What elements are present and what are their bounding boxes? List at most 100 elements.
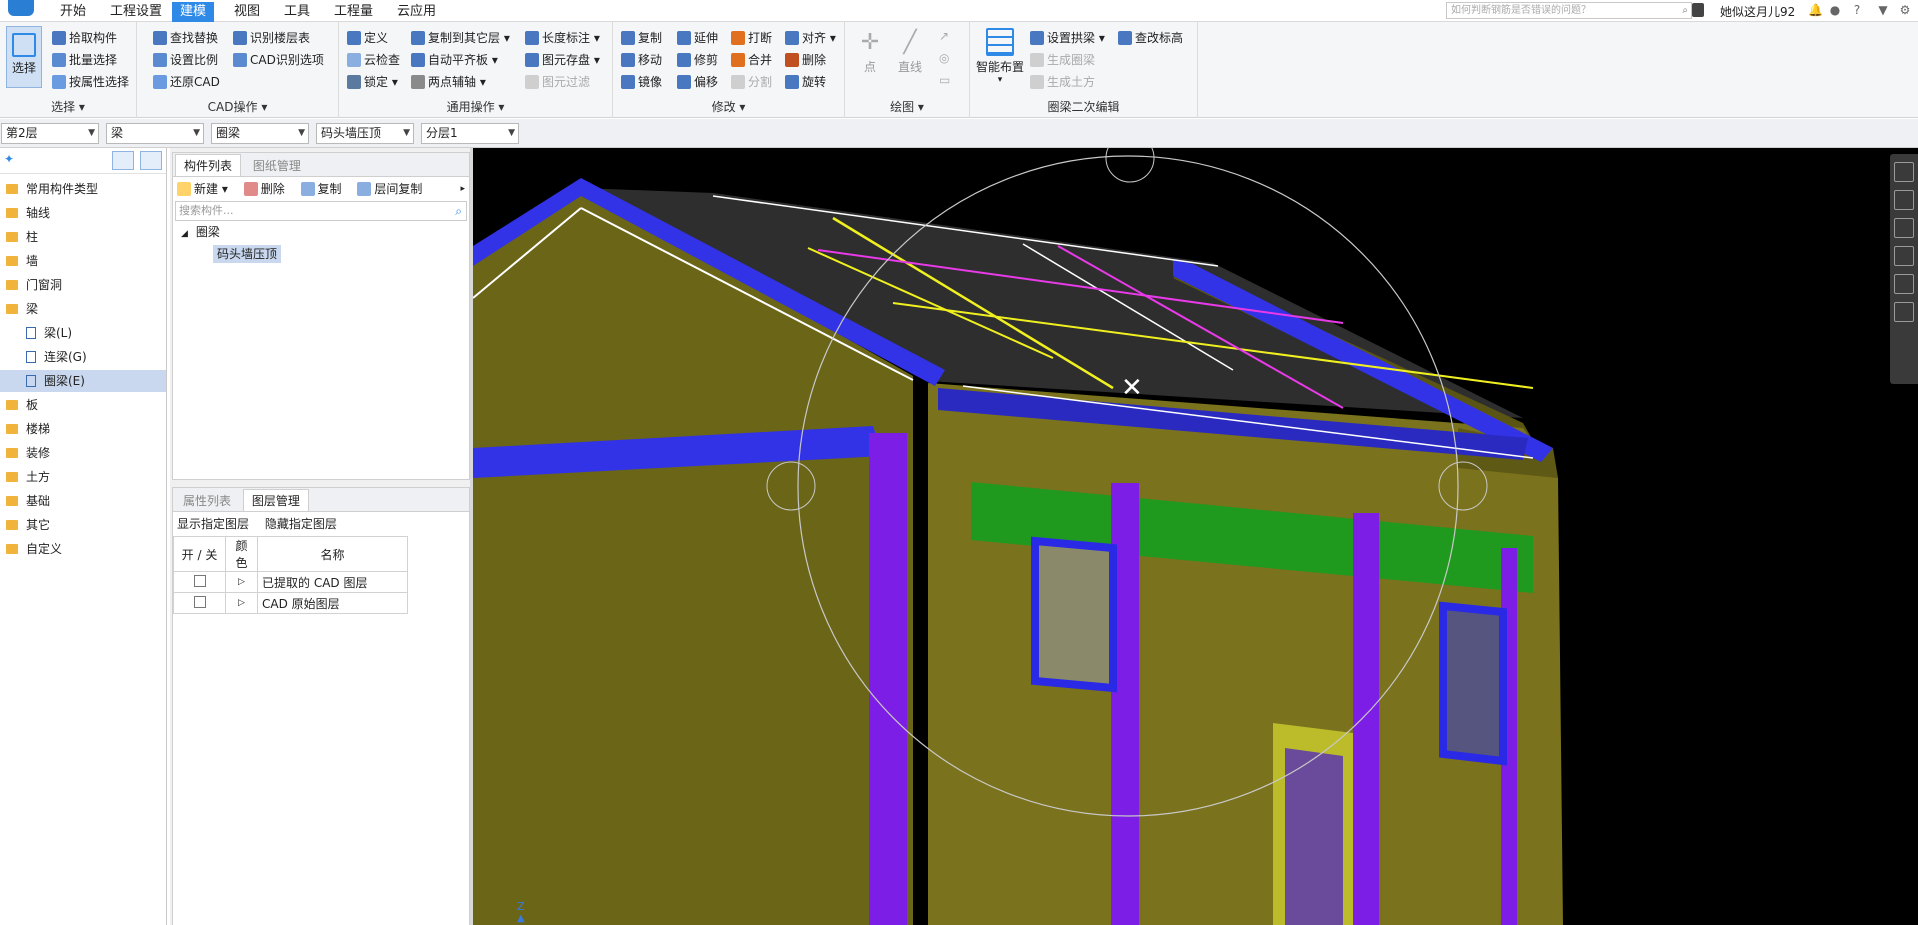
tree-item[interactable]: 梁 [0,298,166,320]
restore-cad-button[interactable]: 还原CAD [153,72,220,92]
select-by-attribute-button[interactable]: 按属性选择 [52,72,129,92]
batch-select-button[interactable]: 批量选择 [52,50,117,70]
tree-item[interactable]: 轴线 [0,202,166,224]
help-icon[interactable]: ? [1850,3,1864,17]
tree-item[interactable]: 基础 [0,490,166,512]
menu-view[interactable]: 视图 [226,2,268,22]
copy-button[interactable]: 复制 [621,28,662,48]
expand-icon[interactable]: ▷ [225,592,258,614]
list-view-icon[interactable] [112,151,134,170]
rotate-button[interactable]: 旋转 [785,72,826,92]
2d-view-icon[interactable] [1894,190,1914,210]
component-search-input[interactable]: 搜索构件... ⌕ [175,201,467,221]
move-button[interactable]: 移动 [621,50,662,70]
line-button[interactable]: ╱ 直线 [895,28,925,75]
help-search-input[interactable]: 如何判断钢筋是否错误的问题？ ⌕ [1446,2,1692,19]
lock-button[interactable]: 锁定 ▾ [347,72,398,92]
tree-item[interactable]: 圈梁(E) [0,370,166,392]
rotate-view-icon[interactable] [1894,274,1914,294]
group-title-draw[interactable]: 绘图 ▾ [845,98,969,115]
more-icon[interactable]: ▸ [460,177,465,201]
floor-select[interactable]: 第2层 ▼ [1,123,99,144]
merge-button[interactable]: 合并 [731,50,772,70]
auto-align-slab-button[interactable]: 自动平齐板 ▾ [411,50,498,70]
tab-layer-management[interactable]: 图层管理 [242,489,309,511]
align-button[interactable]: 对齐 ▾ [785,28,836,48]
select-button[interactable]: 选择 [6,26,42,88]
tree-item[interactable]: 门窗洞 [0,274,166,296]
cad-options-button[interactable]: CAD识别选项 [233,50,324,70]
copy-to-floor-button[interactable]: 复制到其它层 ▾ [411,28,510,48]
element-filter-button[interactable]: 图元过滤 [525,72,590,92]
tree-item[interactable]: 装修 [0,442,166,464]
length-dimension-button[interactable]: 长度标注 ▾ [525,28,600,48]
generate-earthwork-button[interactable]: 生成土方 [1030,72,1095,92]
mirror-button[interactable]: 镜像 [621,72,662,92]
floor-copy-button[interactable]: 层间复制 [357,182,422,196]
box-view-icon[interactable] [1894,246,1914,266]
generate-ring-beam-button[interactable]: 生成圈梁 [1030,50,1095,70]
orbit-icon[interactable] [1894,162,1914,182]
avatar[interactable] [1692,3,1704,17]
break-button[interactable]: 打断 [731,28,772,48]
split-button[interactable]: 分割 [731,72,772,92]
show-layer-button[interactable]: 显示指定图层 [177,517,249,531]
menu-quantity[interactable]: 工程量 [326,2,381,22]
menu-project-settings[interactable]: 工程设置 [102,2,170,22]
find-replace-button[interactable]: 查找替换 [153,28,218,48]
delete-component-button[interactable]: 删除 [243,182,285,196]
tab-drawing-management[interactable]: 图纸管理 [245,155,309,177]
building-model[interactable]: ✕ [473,148,1918,925]
tree-item[interactable]: 梁(L) [0,322,166,344]
tree-item[interactable]: 土方 [0,466,166,488]
component-item[interactable]: 码头墙压顶 [173,243,469,265]
layer-toggle-checkbox[interactable] [193,574,206,587]
tree-item[interactable]: 自定义 [0,538,166,560]
tree-item[interactable]: 连梁(G) [0,346,166,368]
shirt-icon[interactable]: ▼ [1876,3,1890,17]
menu-cloud[interactable]: 云应用 [389,2,444,22]
tree-item[interactable]: 柱 [0,226,166,248]
menu-modeling[interactable]: 建模 [172,2,215,22]
3d-viewport[interactable]: ✕ Z ▲ [473,148,1918,925]
chat-icon[interactable]: ● [1828,3,1842,17]
element-save-button[interactable]: 图元存盘 ▾ [525,50,600,70]
extend-button[interactable]: 延伸 [677,28,718,48]
set-scale-button[interactable]: 设置比例 [153,50,218,70]
pick-component-button[interactable]: 拾取构件 [52,28,117,48]
delete-button[interactable]: 删除 [785,50,826,70]
group-title-modify[interactable]: 修改 ▾ [613,98,844,115]
trim-button[interactable]: 修剪 [677,50,718,70]
3d-view-icon[interactable] [1894,218,1914,238]
collapse-icon[interactable]: ◢ [181,229,188,239]
bell-icon[interactable]: 🔔 [1808,3,1823,17]
set-arch-beam-button[interactable]: 设置拱梁 ▾ [1030,28,1105,48]
circle-button[interactable]: ◎ [939,48,949,68]
define-button[interactable]: 定义 [347,28,388,48]
tab-component-list[interactable]: 构件列表 [175,154,242,176]
tab-property-list[interactable]: 属性列表 [175,490,239,512]
arc-button[interactable]: ↗ [939,26,949,46]
search-icon[interactable]: ⌕ [1682,3,1688,18]
menu-tools[interactable]: 工具 [276,2,318,22]
component-select[interactable]: 码头墙压顶 ▼ [316,123,414,144]
point-button[interactable]: ✛ 点 [855,28,885,75]
hide-layer-button[interactable]: 隐藏指定图层 [265,517,337,531]
change-elevation-button[interactable]: 查改标高 [1118,28,1183,48]
sublayer-select[interactable]: 分层1 ▼ [421,123,519,144]
cloud-check-button[interactable]: 云检查 [347,50,400,70]
identify-floor-table-button[interactable]: 识别楼层表 [233,28,310,48]
group-title-common[interactable]: 通用操作 ▾ [339,98,612,115]
group-title-select[interactable]: 选择 ▾ [0,98,136,115]
tree-item[interactable]: 墙 [0,250,166,272]
smart-layout-button[interactable]: 智能布置 ▾ [974,26,1026,85]
two-point-axis-button[interactable]: 两点辅轴 ▾ [411,72,486,92]
rect-button[interactable]: ▭ [939,70,950,90]
group-title-cad[interactable]: CAD操作 ▾ [137,98,338,115]
copy-component-button[interactable]: 复制 [300,182,342,196]
app-logo-icon[interactable] [8,0,34,16]
type-select[interactable]: 圈梁 ▼ [211,123,309,144]
grid-view-icon[interactable] [140,151,162,170]
pin-icon[interactable]: ✦ [4,152,14,166]
user-name[interactable]: 她似这月儿92 [1720,3,1795,20]
